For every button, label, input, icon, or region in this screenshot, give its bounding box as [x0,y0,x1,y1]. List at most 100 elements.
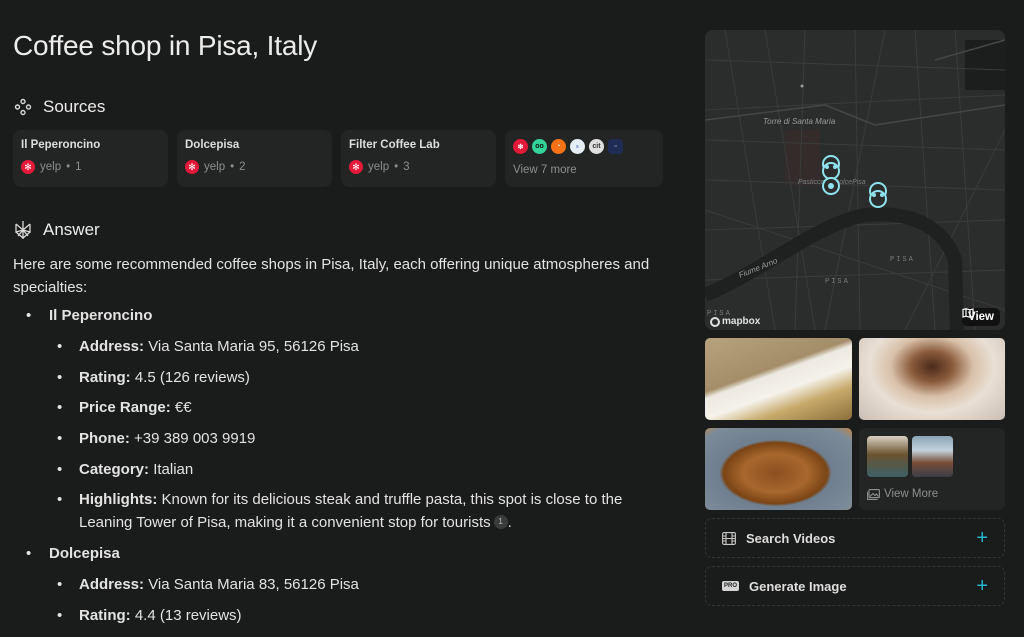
detail-key: Phone: [79,430,130,448]
shop-item: Dolcepisa Address: Via Santa Maria 83, 5… [13,542,653,627]
shop-name: Dolcepisa [49,545,120,563]
answer-heading: Answer [13,220,100,240]
answer-intro: Here are some recommended coffee shops i… [13,256,650,296]
search-videos-label: Search Videos [746,530,836,546]
map-label: PISA [825,278,850,286]
detail-value: 4.5 (126 reviews) [134,368,250,386]
detail-value: Italian [153,460,194,478]
map-label: PISA [890,256,915,264]
detail-key: Highlights: [79,491,158,509]
map-view-button[interactable]: View [962,308,1000,326]
source-card[interactable]: Filter Coffee Lab ✻ yelp • 3 [341,130,496,187]
trailing-punct: . [507,514,512,532]
detail-rating: Rating: 4.5 (126 reviews) [57,366,653,389]
answer-body: Here are some recommended coffee shops i… [13,253,653,635]
shop-details: Address: Via Santa Maria 95, 56126 Pisa … [57,335,653,534]
shop-item: Il Peperoncino Address: Via Santa Maria … [13,304,653,534]
source-index: 2 [239,161,246,173]
source-meta: ✻ yelp • 1 [21,160,160,174]
image-icon [867,488,880,500]
source-site: yelp [368,161,390,173]
more-sources-icons: ✻ oo ◔ ≡ cit ▫ [513,139,655,154]
shop-details: Address: Via Santa Maria 83, 56126 Pisa … [57,573,653,627]
thumbnail-interior [867,436,908,477]
plus-icon: + [976,575,988,597]
detail-key: Address: [79,338,145,355]
view-more-sources-button[interactable]: ✻ oo ◔ ≡ cit ▫ View 7 more [505,130,663,187]
tripadvisor-icon: oo [532,139,547,154]
shop-name: Il Peperoncino [49,307,153,324]
cit-source-icon: cit [589,139,604,154]
detail-key: Rating: [79,368,131,386]
source-card[interactable]: Il Peperoncino ✻ yelp • 1 [13,130,168,187]
detail-value: Known for its delicious steak and truffl… [79,491,623,532]
orange-source-icon: ◔ [551,139,566,154]
detail-address: Address: Via Santa Maria 95, 56126 Pisa [57,335,653,358]
sources-heading-label: Sources [43,97,106,116]
image-croissant[interactable] [705,428,852,510]
source-title: Filter Coffee Lab [349,139,440,151]
detail-key: Price Range: [79,399,171,417]
map-marker[interactable] [822,162,840,180]
map-label: Torre di Santa Maria [763,117,836,126]
citation-badge[interactable]: 1 [493,514,508,529]
map-streets: Fiume Arno Torre di Santa Maria Pasticce… [705,30,1005,330]
detail-phone: Phone: +39 389 003 9919 [57,427,653,450]
source-meta: ✻ yelp • 2 [185,160,324,174]
view-more-images-button[interactable]: View More [859,428,1005,510]
chat-source-icon: ▫ [608,139,623,154]
detail-key: Rating: [79,606,131,624]
yelp-icon: ✻ [21,160,35,174]
source-separator: • [230,161,235,173]
detail-value: Via Santa Maria 95, 56126 Pisa [148,338,359,355]
generate-image-label: Generate Image [749,578,847,594]
sources-icon [14,98,32,116]
sources-list: Il Peperoncino ✻ yelp • 1 Dolcepisa ✻ ye… [13,130,663,187]
source-site: yelp [204,161,226,173]
source-site: yelp [40,161,62,173]
detail-price: Price Range: €€ [57,396,653,419]
sources-heading: Sources [13,97,105,117]
shop-list: Il Peperoncino Address: Via Santa Maria … [13,304,653,627]
film-icon [722,531,736,545]
source-title: Il Peperoncino [21,139,101,151]
generate-image-button[interactable]: PRO Generate Image + [705,566,1005,606]
search-videos-button[interactable]: Search Videos + [705,518,1005,558]
detail-rating: Rating: 4.4 (13 reviews) [57,604,653,627]
source-separator: • [66,161,71,173]
yelp-icon: ✻ [185,160,199,174]
mapbox-icon [710,316,720,327]
view-more-label: View 7 more [513,164,577,176]
source-index: 1 [75,161,82,173]
map-block [785,130,820,185]
yelp-icon: ✻ [349,160,363,174]
poi-dot [800,84,804,88]
plus-icon: + [976,527,988,549]
thumbnail-storefront [912,436,953,477]
source-meta: ✻ yelp • 3 [349,160,488,174]
view-more-images-label: View More [884,488,939,500]
page-title: Coffee shop in Pisa, Italy [13,30,318,61]
blue-source-icon: ≡ [570,139,585,154]
mapbox-logo: mapbox [710,316,760,327]
map[interactable]: Fiume Arno Torre di Santa Maria Pasticce… [705,30,1005,330]
source-card[interactable]: Dolcepisa ✻ yelp • 2 [177,130,332,187]
mapbox-label: mapbox [722,316,761,327]
detail-value: +39 389 003 9919 [134,430,256,448]
yelp-icon: ✻ [513,139,528,154]
view-more-images: View More [867,488,938,500]
source-title: Dolcepisa [185,139,240,151]
detail-value: 4.4 (13 reviews) [134,606,242,624]
map-block [965,40,1005,90]
detail-value: Via Santa Maria 83, 56126 Pisa [148,576,359,594]
detail-value: €€ [174,399,192,417]
map-marker[interactable] [869,190,887,208]
pro-badge-icon: PRO [722,581,740,591]
map-icon [962,308,974,318]
answer-logo-icon [15,221,31,239]
image-pasta[interactable] [705,338,852,420]
image-cappuccino[interactable] [859,338,1005,420]
answer-heading-label: Answer [43,220,100,239]
detail-category: Category: Italian [57,458,653,481]
detail-address: Address: Via Santa Maria 83, 56126 Pisa [57,573,653,596]
